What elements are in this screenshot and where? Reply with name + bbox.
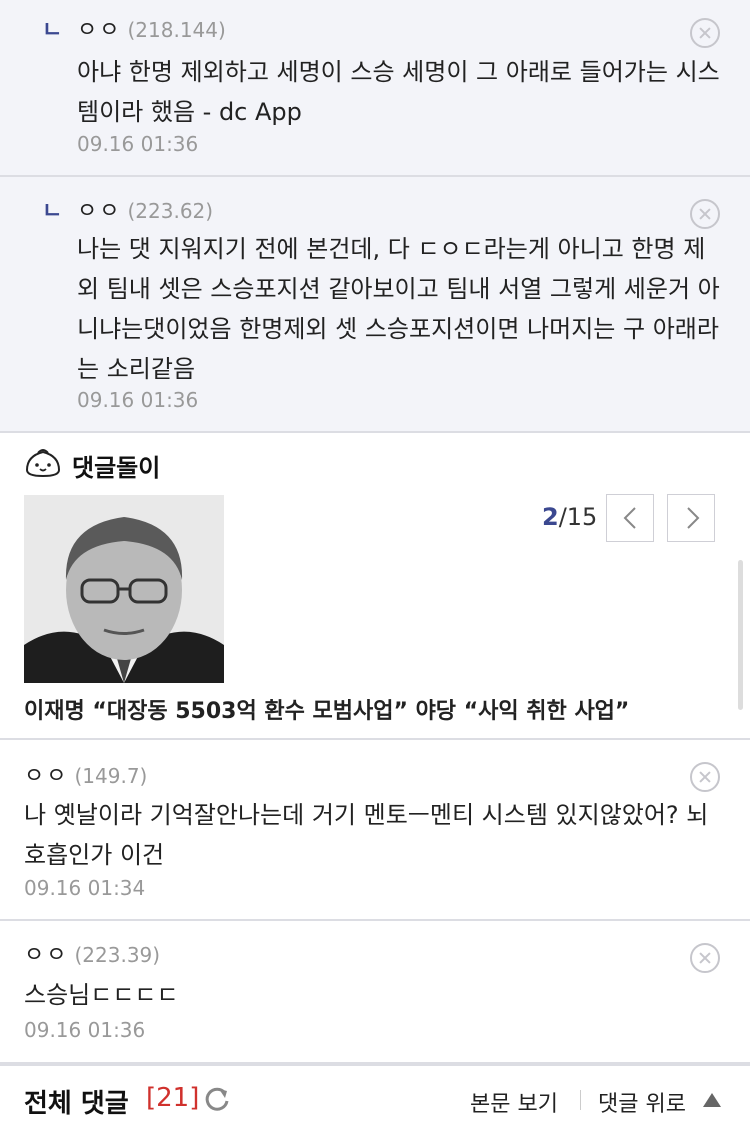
delete-icon[interactable] xyxy=(690,18,720,48)
reply-arrow-icon: ㄴ xyxy=(42,18,63,43)
comment-date: 09.16 01:36 xyxy=(24,1018,146,1042)
comment-date: 09.16 01:36 xyxy=(77,388,199,412)
nickname[interactable]: ㅇㅇ xyxy=(77,18,121,43)
comment-text: 나 옛날이라 기억잘안나는데 거기 멘토ㅡ멘티 시스템 있지않았어? 뇌호흡인가… xyxy=(24,801,709,869)
bot-pager: 2/15 xyxy=(542,503,597,531)
dumpling-mascot-icon xyxy=(25,449,61,478)
divider xyxy=(580,1090,581,1110)
chevron-left-icon xyxy=(623,507,636,529)
nickname[interactable]: ㅇㅇ xyxy=(24,764,68,789)
comment-date: 09.16 01:34 xyxy=(24,876,146,900)
chevron-right-icon xyxy=(687,507,700,529)
next-button[interactable] xyxy=(667,494,715,542)
all-comments-title: 전체 댓글 xyxy=(24,1089,129,1119)
news-thumbnail[interactable] xyxy=(24,495,224,683)
pager-current: 2 xyxy=(542,503,559,531)
triangle-up-icon[interactable] xyxy=(703,1093,721,1107)
comment-meta: ㅇㅇ (218.144) xyxy=(77,12,226,44)
view-post-link[interactable]: 본문 보기 xyxy=(470,1086,558,1118)
prev-button[interactable] xyxy=(606,494,654,542)
pager-total: /15 xyxy=(558,503,598,531)
comment-text: 스승님ㄷㄷㄷㄷ xyxy=(24,981,179,1009)
ip-address: (223.62) xyxy=(127,199,214,223)
nickname[interactable]: ㅇㅇ xyxy=(77,199,121,224)
nickname[interactable]: ㅇㅇ xyxy=(24,943,68,968)
reply-arrow-icon: ㄴ xyxy=(42,199,63,224)
delete-icon[interactable] xyxy=(690,943,720,973)
delete-icon[interactable] xyxy=(690,199,720,229)
bot-title: 댓글돌이 xyxy=(72,454,161,482)
scroll-to-comments-link[interactable]: 댓글 위로 xyxy=(598,1086,686,1118)
news-headline-link[interactable]: 이재명 “대장동 5503억 환수 모범사업” 야당 “사익 취한 사업” xyxy=(24,693,629,725)
comment-meta: ㅇㅇ (223.39) xyxy=(24,937,160,969)
comment-item: ㅇㅇ (149.7) 나 옛날이라 기억잘안나는데 거기 멘토ㅡ멘티 시스템 있지… xyxy=(0,740,750,921)
comment-meta: ㅇㅇ (149.7) xyxy=(24,758,147,790)
comment-count: [21] xyxy=(146,1083,200,1113)
comment-text: 아냐 한명 제외하고 세명이 스승 세명이 그 아래로 들어가는 시스템이라 했… xyxy=(77,58,720,126)
refresh-icon[interactable] xyxy=(203,1085,231,1113)
reply-item: ㄴ ㅇㅇ (218.144) 아냐 한명 제외하고 세명이 스승 세명이 그 아래… xyxy=(0,0,750,177)
comment-meta: ㅇㅇ (223.62) xyxy=(77,193,213,225)
comment-text: 나는 댓 지워지기 전에 본건데, 다 ㄷㅇㄷ라는게 아니고 한명 제외 팀내 … xyxy=(77,235,720,383)
ip-address: (223.39) xyxy=(74,943,161,967)
ip-address: (218.144) xyxy=(127,18,226,42)
comment-date: 09.16 01:36 xyxy=(77,132,199,156)
delete-icon[interactable] xyxy=(690,762,720,792)
ip-address: (149.7) xyxy=(74,764,148,788)
portrait-image xyxy=(24,495,224,683)
scrollbar[interactable] xyxy=(738,560,743,710)
comment-footer-bar: 전체 댓글 [21] 본문 보기 댓글 위로 xyxy=(0,1064,750,1126)
reply-item: ㄴ ㅇㅇ (223.62) 나는 댓 지워지기 전에 본건데, 다 ㄷㅇㄷ라는게 … xyxy=(0,177,750,433)
comment-item: ㅇㅇ (223.39) 스승님ㄷㄷㄷㄷ 09.16 01:36 xyxy=(0,921,750,1064)
